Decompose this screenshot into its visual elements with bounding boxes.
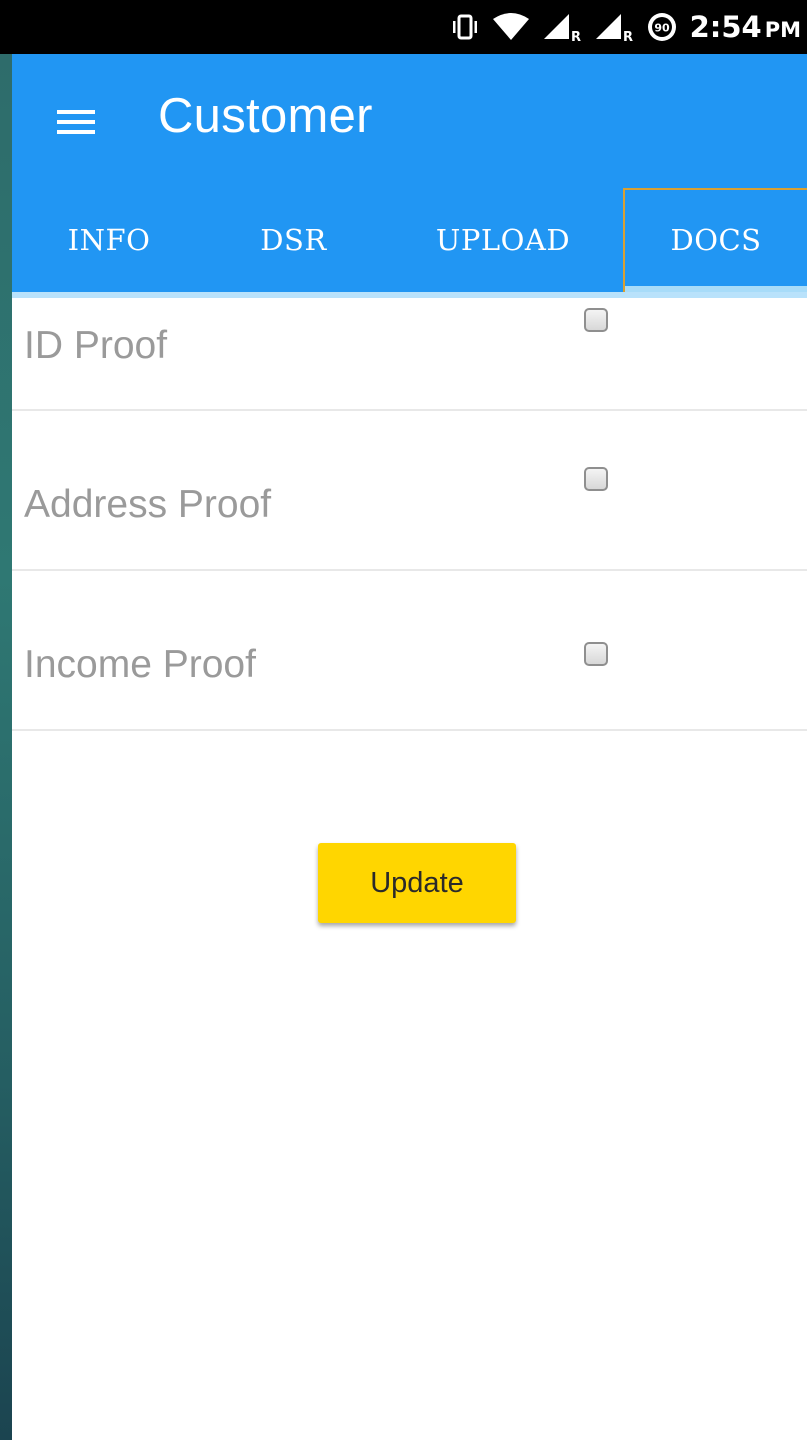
- document-label: Income Proof: [24, 643, 256, 686]
- income-proof-checkbox[interactable]: [584, 642, 608, 666]
- vibrate-icon: [450, 13, 480, 41]
- update-button-container: Update: [318, 843, 516, 923]
- list-item: Income Proof: [12, 571, 807, 731]
- battery-saver-icon: 90: [646, 11, 678, 43]
- list-item: ID Proof: [12, 298, 807, 411]
- svg-text:R: R: [623, 30, 633, 42]
- battery-level: 90: [654, 22, 670, 35]
- svg-text:R: R: [571, 30, 581, 42]
- document-label: ID Proof: [24, 324, 168, 367]
- hamburger-menu-icon: [57, 110, 95, 134]
- status-icons: R R 90 2:54 PM: [450, 0, 801, 54]
- document-label: Address Proof: [24, 483, 272, 526]
- screen: R R 90 2:54 PM Customer INFO DSR UPLOAD …: [0, 0, 807, 1440]
- tab-dsr[interactable]: DSR: [206, 188, 381, 292]
- id-proof-checkbox[interactable]: [584, 308, 608, 332]
- clock: 2:54 PM: [690, 10, 801, 44]
- wifi-icon: [492, 13, 530, 41]
- signal-roaming-icon: R: [542, 12, 582, 42]
- tab-upload[interactable]: UPLOAD: [381, 188, 625, 292]
- app-bar: Customer: [12, 54, 807, 188]
- page-title: Customer: [158, 89, 373, 143]
- menu-button[interactable]: [52, 98, 100, 146]
- documents-list: ID Proof Address Proof Income Proof: [12, 298, 807, 731]
- clock-time: 2:54: [689, 10, 762, 44]
- tab-docs[interactable]: DOCS: [623, 188, 807, 292]
- clock-ampm: PM: [764, 18, 801, 42]
- signal-roaming-icon: R: [594, 12, 634, 42]
- address-proof-checkbox[interactable]: [584, 467, 608, 491]
- tab-bar: INFO DSR UPLOAD DOCS: [12, 188, 807, 292]
- tab-info[interactable]: INFO: [12, 188, 206, 292]
- status-bar: R R 90 2:54 PM: [0, 0, 807, 54]
- update-button[interactable]: Update: [318, 843, 516, 923]
- window-edge: [0, 0, 12, 1440]
- list-item: Address Proof: [12, 411, 807, 571]
